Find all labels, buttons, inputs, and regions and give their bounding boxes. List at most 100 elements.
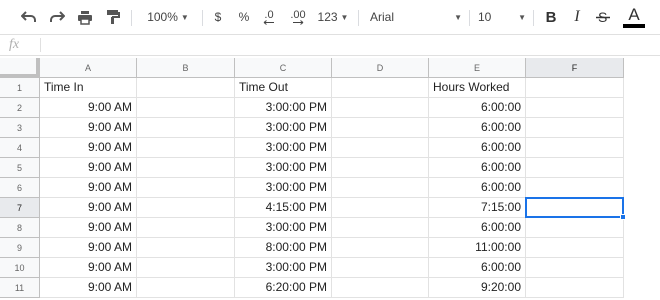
row-header-10[interactable]: 10: [0, 258, 40, 278]
cell-c8[interactable]: 3:00:00 PM: [235, 218, 332, 238]
row-header-6[interactable]: 6: [0, 178, 40, 198]
cell-c10[interactable]: 3:00:00 PM: [235, 258, 332, 278]
cell-e10[interactable]: 6:00:00: [429, 258, 526, 278]
cell-a1[interactable]: Time In: [40, 78, 137, 98]
increase-decimal-button[interactable]: .00: [284, 0, 312, 34]
cell-f8[interactable]: [526, 218, 624, 238]
cell-c6[interactable]: 3:00:00 PM: [235, 178, 332, 198]
column-header-e[interactable]: E: [429, 58, 526, 78]
cell-e2[interactable]: 6:00:00: [429, 98, 526, 118]
cell-b8[interactable]: [137, 218, 235, 238]
row-header-2[interactable]: 2: [0, 98, 40, 118]
row-header-4[interactable]: 4: [0, 138, 40, 158]
row-header-8[interactable]: 8: [0, 218, 40, 238]
row-header-1[interactable]: 1: [0, 78, 40, 98]
cell-e4[interactable]: 6:00:00: [429, 138, 526, 158]
cell-b6[interactable]: [137, 178, 235, 198]
cell-f4[interactable]: [526, 138, 624, 158]
cell-e5[interactable]: 6:00:00: [429, 158, 526, 178]
paint-format-icon[interactable]: [102, 0, 124, 34]
cell-e8[interactable]: 6:00:00: [429, 218, 526, 238]
column-header-c[interactable]: C: [235, 58, 332, 78]
cell-b11[interactable]: [137, 278, 235, 298]
cell-b4[interactable]: [137, 138, 235, 158]
cell-a8[interactable]: 9:00 AM: [40, 218, 137, 238]
cell-f10[interactable]: [526, 258, 624, 278]
decrease-decimal-button[interactable]: .0: [257, 0, 281, 34]
row-header-9[interactable]: 9: [0, 238, 40, 258]
cell-a5[interactable]: 9:00 AM: [40, 158, 137, 178]
zoom-select[interactable]: 100% ▼: [140, 0, 196, 34]
cell-e3[interactable]: 6:00:00: [429, 118, 526, 138]
formula-input[interactable]: [46, 35, 660, 55]
font-family-select[interactable]: Arial ▼: [366, 0, 466, 34]
cell-d3[interactable]: [332, 118, 429, 138]
column-header-d[interactable]: D: [332, 58, 429, 78]
cell-f9[interactable]: [526, 238, 624, 258]
cell-a4[interactable]: 9:00 AM: [40, 138, 137, 158]
bold-button[interactable]: B: [540, 0, 562, 34]
cell-a10[interactable]: 9:00 AM: [40, 258, 137, 278]
more-formats-select[interactable]: 123 ▼: [314, 0, 352, 34]
row-header-11[interactable]: 11: [0, 278, 40, 298]
cell-b10[interactable]: [137, 258, 235, 278]
cell-d1[interactable]: [332, 78, 429, 98]
cell-e7[interactable]: 7:15:00: [429, 198, 526, 218]
cell-b1[interactable]: [137, 78, 235, 98]
cell-a6[interactable]: 9:00 AM: [40, 178, 137, 198]
cell-d7[interactable]: [332, 198, 429, 218]
cell-d9[interactable]: [332, 238, 429, 258]
cell-a3[interactable]: 9:00 AM: [40, 118, 137, 138]
italic-button[interactable]: I: [566, 0, 588, 34]
row-header-7[interactable]: 7: [0, 198, 40, 218]
cell-f5[interactable]: [526, 158, 624, 178]
cell-c4[interactable]: 3:00:00 PM: [235, 138, 332, 158]
text-color-button[interactable]: A: [620, 0, 648, 34]
cell-c1[interactable]: Time Out: [235, 78, 332, 98]
cell-e11[interactable]: 9:20:00: [429, 278, 526, 298]
cell-d11[interactable]: [332, 278, 429, 298]
cell-c5[interactable]: 3:00:00 PM: [235, 158, 332, 178]
currency-button[interactable]: $: [208, 0, 228, 34]
cell-e9[interactable]: 11:00:00: [429, 238, 526, 258]
cell-a7[interactable]: 9:00 AM: [40, 198, 137, 218]
row-header-5[interactable]: 5: [0, 158, 40, 178]
cell-b2[interactable]: [137, 98, 235, 118]
strikethrough-icon[interactable]: S: [592, 0, 614, 34]
column-header-f[interactable]: F: [526, 58, 624, 78]
cell-c7[interactable]: 4:15:00 PM: [235, 198, 332, 218]
percent-button[interactable]: %: [234, 0, 254, 34]
cell-a2[interactable]: 9:00 AM: [40, 98, 137, 118]
cell-f1[interactable]: [526, 78, 624, 98]
print-icon[interactable]: [74, 0, 96, 34]
select-all-corner[interactable]: [0, 58, 40, 78]
cell-b5[interactable]: [137, 158, 235, 178]
cell-d10[interactable]: [332, 258, 429, 278]
cell-a9[interactable]: 9:00 AM: [40, 238, 137, 258]
redo-icon[interactable]: [46, 0, 68, 34]
cell-f6[interactable]: [526, 178, 624, 198]
cell-a11[interactable]: 9:00 AM: [40, 278, 137, 298]
cell-f2[interactable]: [526, 98, 624, 118]
cell-f3[interactable]: [526, 118, 624, 138]
cell-c2[interactable]: 3:00:00 PM: [235, 98, 332, 118]
cell-d2[interactable]: [332, 98, 429, 118]
row-header-3[interactable]: 3: [0, 118, 40, 138]
cell-d8[interactable]: [332, 218, 429, 238]
cell-b9[interactable]: [137, 238, 235, 258]
cell-e6[interactable]: 6:00:00: [429, 178, 526, 198]
cell-d5[interactable]: [332, 158, 429, 178]
fill-handle[interactable]: [620, 214, 626, 220]
cell-f11[interactable]: [526, 278, 624, 298]
cell-e1[interactable]: Hours Worked: [429, 78, 526, 98]
column-header-a[interactable]: A: [40, 58, 137, 78]
cell-c9[interactable]: 8:00:00 PM: [235, 238, 332, 258]
font-size-select[interactable]: 10 ▼: [474, 0, 530, 34]
cell-b3[interactable]: [137, 118, 235, 138]
cell-d4[interactable]: [332, 138, 429, 158]
undo-icon[interactable]: [18, 0, 40, 34]
cell-b7[interactable]: [137, 198, 235, 218]
column-header-b[interactable]: B: [137, 58, 235, 78]
cell-c11[interactable]: 6:20:00 PM: [235, 278, 332, 298]
cell-d6[interactable]: [332, 178, 429, 198]
